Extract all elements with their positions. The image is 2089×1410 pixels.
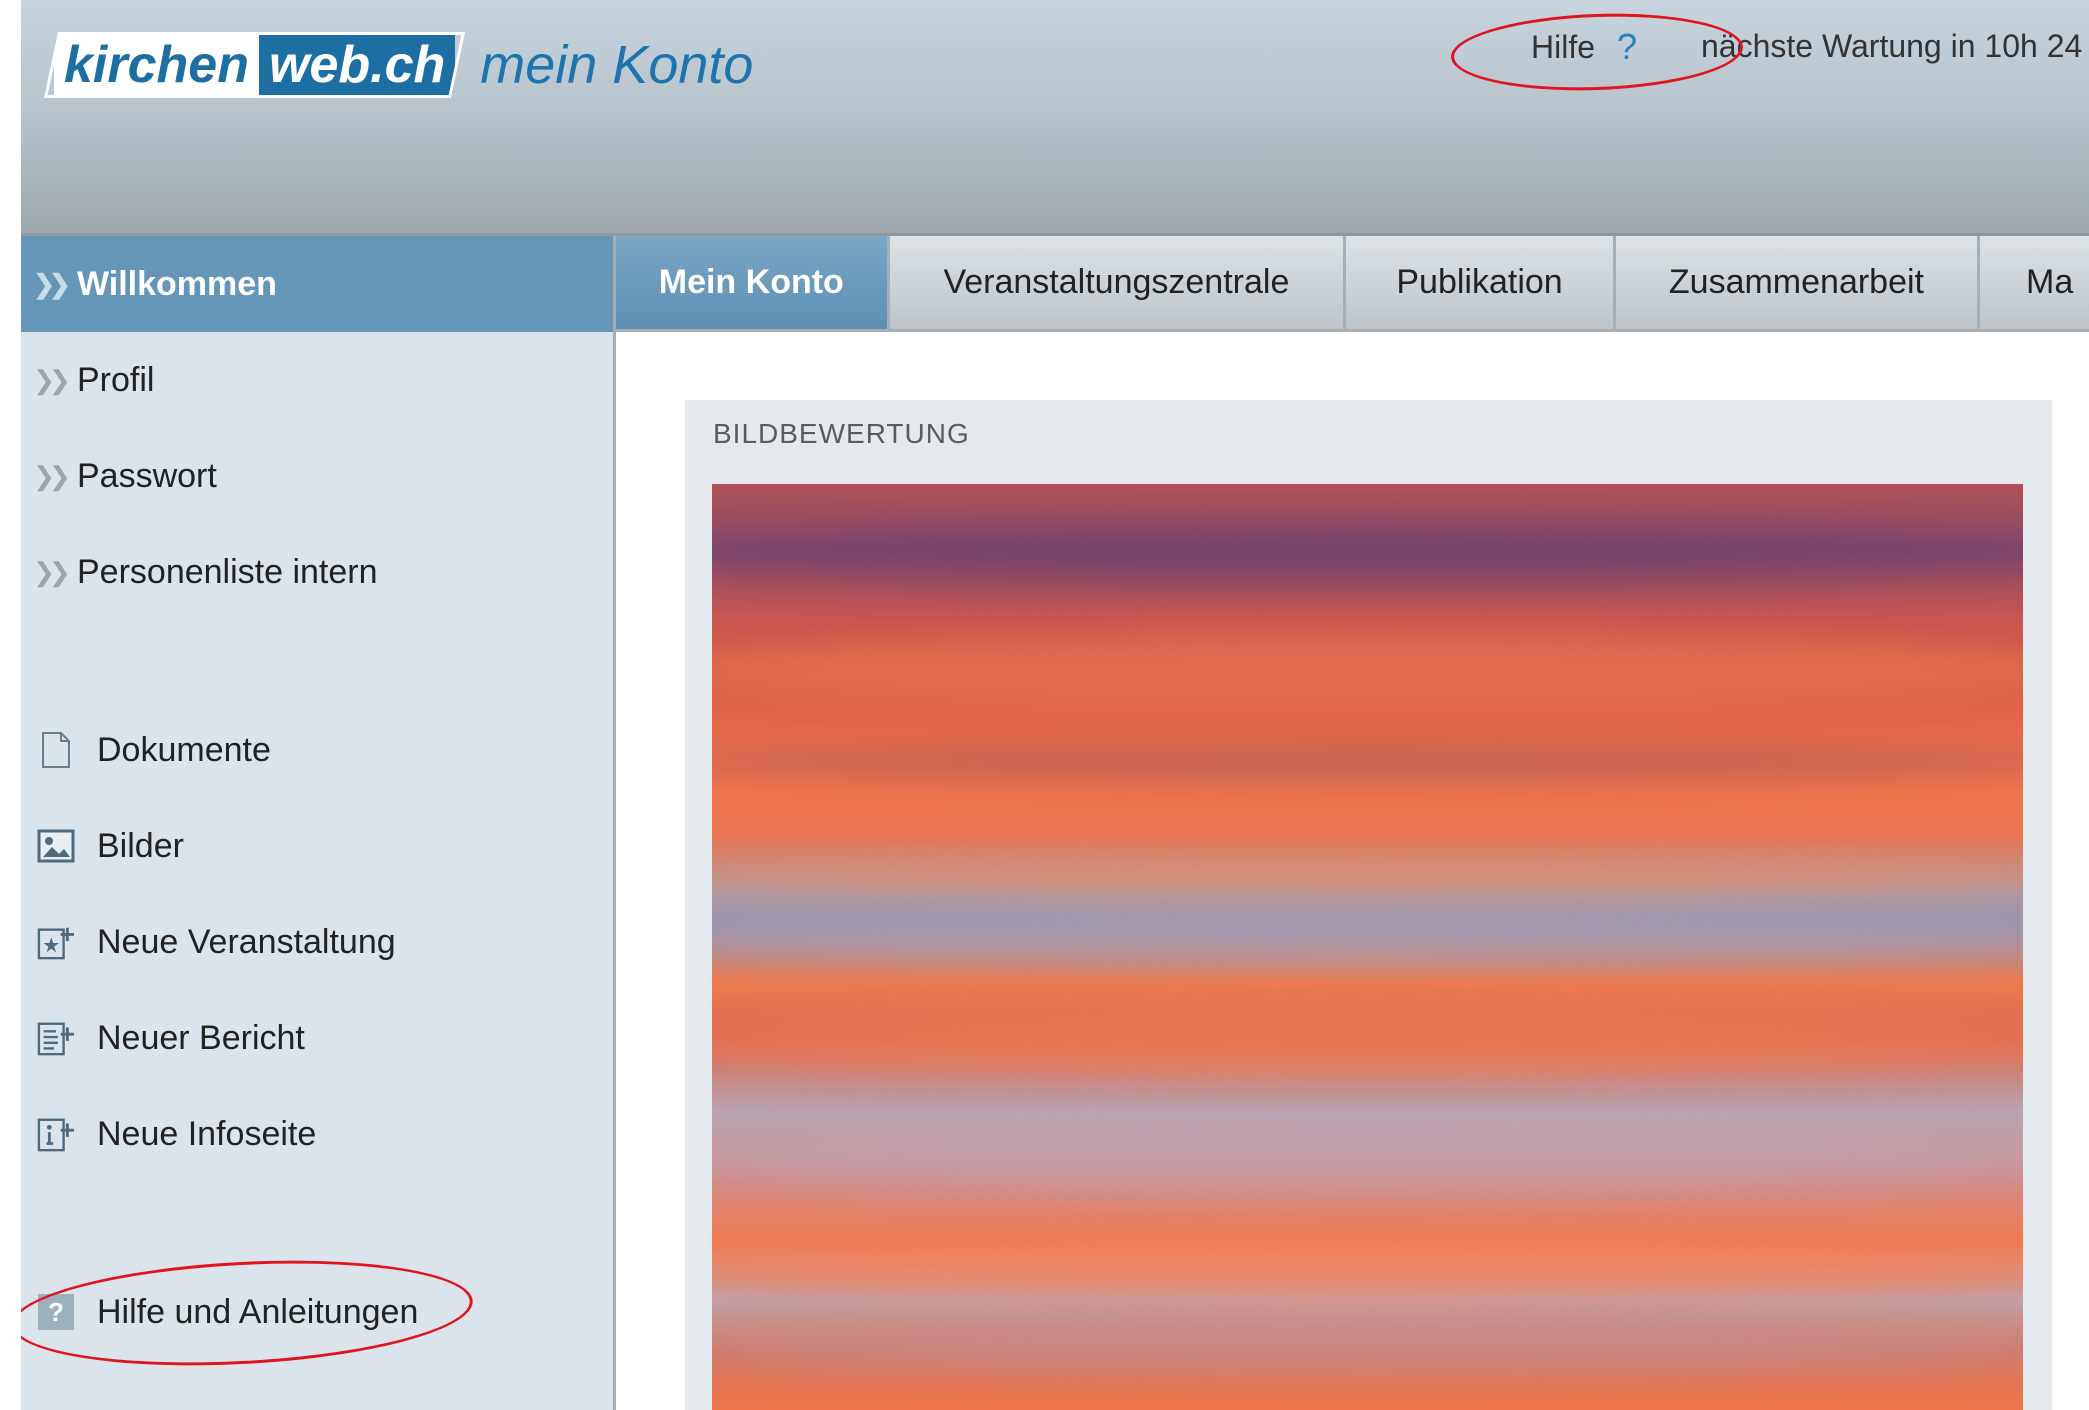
- sidebar-item-label: Personenliste intern: [77, 552, 378, 591]
- sidebar-item-label: Neue Veranstaltung: [97, 922, 396, 961]
- main-tab-bar: Mein Konto Veranstaltungszentrale Publik…: [616, 236, 2089, 332]
- document-icon: [37, 731, 75, 769]
- maintenance-notice: nächste Wartung in 10h 24: [1701, 28, 2083, 64]
- image-rating-panel: BILDBEWERTUNG: [685, 400, 2052, 1410]
- chevron-icon: ❯❯: [33, 268, 71, 299]
- sidebar-item-label: Neuer Bericht: [97, 1018, 305, 1057]
- tab-more[interactable]: Ma: [1980, 236, 2089, 329]
- sidebar-item-label: Hilfe und Anleitungen: [97, 1292, 419, 1331]
- sidebar-item-willkommen[interactable]: ❯❯ Willkommen: [21, 236, 613, 332]
- chevron-icon: ❯❯: [33, 460, 71, 491]
- tab-veranstaltungszentrale[interactable]: Veranstaltungszentrale: [889, 236, 1347, 329]
- sidebar-item-label: Profil: [77, 360, 155, 399]
- panel-title: BILDBEWERTUNG: [713, 418, 970, 449]
- tab-mein-konto[interactable]: Mein Konto: [616, 236, 890, 329]
- sidebar-item-neue-infoseite[interactable]: Neue Infoseite: [21, 1086, 613, 1182]
- brand-logo[interactable]: kirchen web.ch mein Konto: [43, 32, 754, 98]
- sidebar-item-neuer-bericht[interactable]: Neuer Bericht: [21, 990, 613, 1086]
- tab-publikation[interactable]: Publikation: [1346, 236, 1616, 329]
- add-report-icon: [37, 1019, 75, 1057]
- sidebar-item-label: Willkommen: [77, 264, 277, 303]
- help-link[interactable]: Hilfe ?: [1531, 26, 1637, 68]
- sidebar: ❯❯ Willkommen ❯❯ Profil ❯❯ Passwort ❯❯ P…: [21, 236, 616, 1410]
- sidebar-item-bilder[interactable]: Bilder: [21, 798, 613, 894]
- sidebar-item-personenliste[interactable]: ❯❯ Personenliste intern: [21, 524, 613, 620]
- logo-part-kirchen: kirchen: [54, 35, 259, 95]
- help-link-label: Hilfe: [1531, 28, 1596, 65]
- logo-subtitle: mein Konto: [480, 35, 754, 95]
- sidebar-item-label: Neue Infoseite: [97, 1114, 317, 1153]
- logo-part-web: web.ch: [258, 35, 456, 95]
- sidebar-item-dokumente[interactable]: Dokumente: [21, 702, 613, 798]
- sidebar-item-passwort[interactable]: ❯❯ Passwort: [21, 428, 613, 524]
- add-event-icon: [37, 923, 75, 961]
- add-info-icon: [37, 1115, 75, 1153]
- tab-zusammenarbeit[interactable]: Zusammenarbeit: [1615, 236, 1981, 329]
- sidebar-item-profil[interactable]: ❯❯ Profil: [21, 332, 613, 428]
- logo-wordmark: kirchen web.ch: [43, 32, 466, 98]
- header-bar: kirchen web.ch mein Konto Hilfe ? nächst…: [21, 0, 2089, 236]
- sidebar-item-hilfe-anleitungen[interactable]: ? Hilfe und Anleitungen: [21, 1264, 613, 1360]
- sunset-sky-photo: [712, 484, 2023, 1410]
- sidebar-item-neue-veranstaltung[interactable]: Neue Veranstaltung: [21, 894, 613, 990]
- question-icon[interactable]: ?: [1617, 26, 1637, 68]
- chevron-icon: ❯❯: [33, 556, 71, 587]
- sidebar-item-label: Bilder: [97, 826, 184, 865]
- help-icon: ?: [37, 1293, 75, 1331]
- sidebar-item-label: Passwort: [77, 456, 217, 495]
- image-icon: [37, 827, 75, 865]
- app-window: kirchen web.ch mein Konto Hilfe ? nächst…: [21, 0, 2089, 1410]
- sidebar-item-label: Dokumente: [97, 730, 271, 769]
- chevron-icon: ❯❯: [33, 364, 71, 395]
